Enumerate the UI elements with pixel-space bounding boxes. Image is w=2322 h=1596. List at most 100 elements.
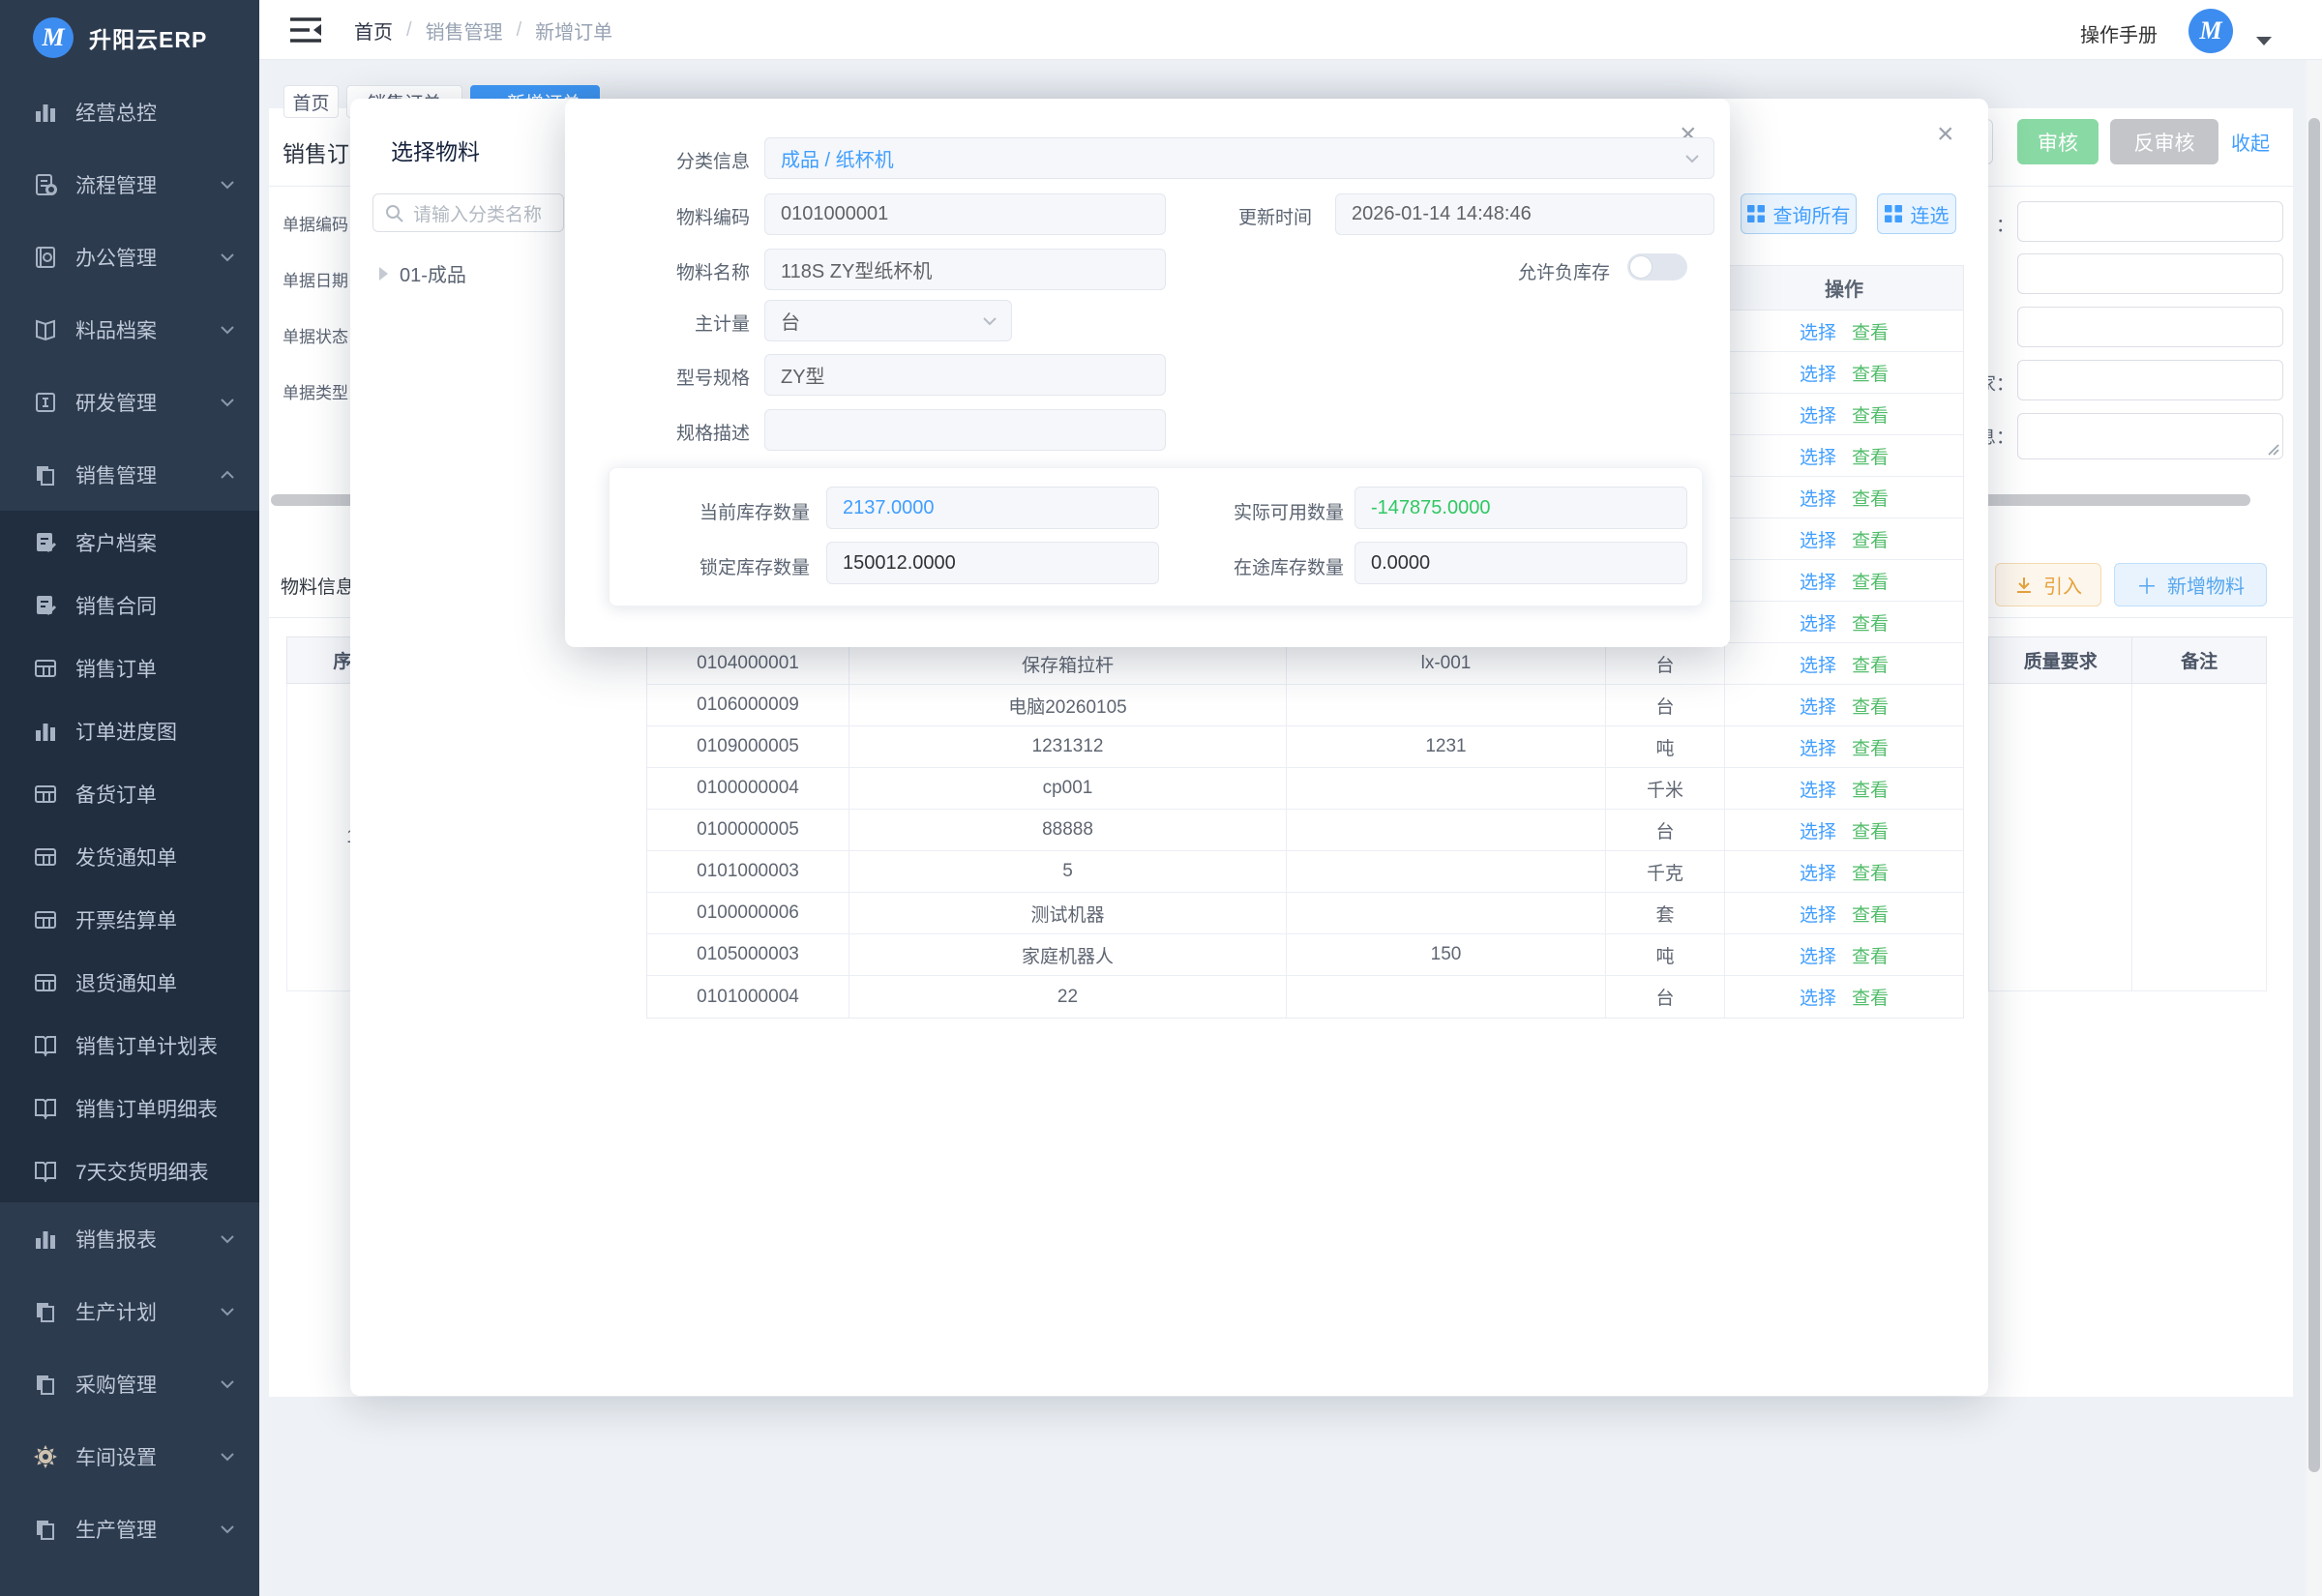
sidebar-item-经营总控[interactable]: 经营总控 [0,75,259,148]
docedit-icon [33,593,58,618]
breadcrumb-sales[interactable]: 销售管理 [426,16,503,44]
sidebar-item-车间设置[interactable]: 车间设置 [0,1420,259,1493]
view-link[interactable]: 查看 [1852,859,1889,885]
cell-actions: 选择 查看 [1725,310,1963,351]
sidebar-item-7天交货明细表[interactable]: 7天交货明细表 [0,1139,259,1202]
view-link[interactable]: 查看 [1852,609,1889,635]
sidebar-item-料品档案[interactable]: 料品档案 [0,293,259,366]
select-link[interactable]: 选择 [1800,485,1836,511]
sidebar-item-销售订单计划表[interactable]: 销售订单计划表 [0,1014,259,1077]
category-search-input[interactable]: 请输入分类名称 [372,193,564,232]
view-link[interactable]: 查看 [1852,568,1889,594]
sidebar-item-采购管理[interactable]: 采购管理 [0,1347,259,1420]
select-link[interactable]: 选择 [1800,318,1836,344]
audit-button[interactable]: 审核 [2017,119,2099,164]
select-link[interactable]: 选择 [1800,651,1836,677]
chevron-icon [219,848,236,866]
tab-home[interactable]: 首页 [283,85,339,118]
select-link[interactable]: 选择 [1800,942,1836,968]
breadcrumb-home[interactable]: 首页 [354,16,393,44]
model-input[interactable]: ZY型 [764,354,1166,396]
sidebar-item-生产计划[interactable]: 生产计划 [0,1275,259,1347]
sidebar-item-销售管理[interactable]: 销售管理 [0,438,259,511]
sidebar-item-订单进度图[interactable]: 订单进度图 [0,699,259,762]
sidebar-item-加工车间[interactable]: 加工车间 [0,1592,259,1596]
select-link[interactable]: 选择 [1800,734,1836,760]
sidebar-item-办公管理[interactable]: 办公管理 [0,221,259,293]
truncated-label: ： [1996,211,2014,237]
select-link[interactable]: 选择 [1800,817,1836,843]
select-link[interactable]: 选择 [1800,526,1836,552]
collapse-menu-icon[interactable] [290,16,321,44]
modal-close-icon[interactable]: × [1937,120,1954,149]
form-input-manufacturer[interactable] [2017,360,2283,400]
view-link[interactable]: 查看 [1852,984,1889,1010]
spec-desc-input[interactable] [764,409,1166,451]
view-link[interactable]: 查看 [1852,485,1889,511]
view-link[interactable]: 查看 [1852,401,1889,428]
view-link[interactable]: 查看 [1852,526,1889,552]
sidebar-item-销售订单[interactable]: 销售订单 [0,636,259,699]
resize-handle-icon[interactable] [2266,442,2279,456]
tree-expand-icon[interactable] [379,267,388,281]
select-link[interactable]: 选择 [1800,693,1836,719]
sidebar-item-发货通知单[interactable]: 发货通知单 [0,825,259,888]
view-link[interactable]: 查看 [1852,734,1889,760]
sidebar-item-开票结算单[interactable]: 开票结算单 [0,888,259,951]
cell-name: cp001 [849,768,1287,809]
select-link[interactable]: 选择 [1800,401,1836,428]
form-input[interactable] [2017,201,2283,242]
sidebar-item-退货通知单[interactable]: 退货通知单 [0,951,259,1014]
collapse-link[interactable]: 收起 [2231,128,2270,156]
user-dropdown-caret-icon[interactable] [2256,37,2272,45]
sidebar-item-客户档案[interactable]: 客户档案 [0,511,259,574]
category-select[interactable]: 成品 / 纸杯机 [764,137,1714,179]
view-link[interactable]: 查看 [1852,318,1889,344]
sidebar-item-label: 客户档案 [75,528,219,557]
unit-select[interactable]: 台 [764,300,1012,341]
code-input[interactable]: 0101000001 [764,193,1166,235]
tree-node-finished-goods[interactable]: 01-成品 [379,259,466,287]
manual-link[interactable]: 操作手册 [2080,19,2158,47]
cell-spec [1287,810,1606,850]
form-input[interactable] [2017,307,2283,347]
view-link[interactable]: 查看 [1852,776,1889,802]
sidebar-item-生产管理[interactable]: 生产管理 [0,1493,259,1565]
select-link[interactable]: 选择 [1800,360,1836,386]
sidebar-item-销售报表[interactable]: 销售报表 [0,1202,259,1275]
form-textarea-remark[interactable] [2017,413,2283,459]
view-link[interactable]: 查看 [1852,443,1889,469]
import-button[interactable]: 引入 [1995,563,2101,606]
view-link[interactable]: 查看 [1852,693,1889,719]
query-all-button[interactable]: 查询所有 [1741,193,1857,234]
cell-spec [1287,851,1606,892]
view-link[interactable]: 查看 [1852,817,1889,843]
sidebar-item-研发管理[interactable]: 研发管理 [0,366,259,438]
add-material-button[interactable]: ＋ 新增物料 [2114,563,2267,606]
multi-select-button[interactable]: 连选 [1877,193,1956,234]
select-link[interactable]: 选择 [1800,443,1836,469]
updated-input[interactable]: 2026-01-14 14:48:46 [1335,193,1714,235]
modal-title: 选择物料 [391,133,480,166]
material-info-tab[interactable]: 物料信息 [281,573,354,599]
negative-stock-toggle[interactable] [1627,253,1687,281]
view-link[interactable]: 查看 [1852,651,1889,677]
sidebar-item-销售合同[interactable]: 销售合同 [0,574,259,636]
vertical-scrollbar[interactable] [2308,118,2320,1472]
sidebar-item-流程管理[interactable]: 流程管理 [0,148,259,221]
form-input[interactable] [2017,253,2283,294]
select-link[interactable]: 选择 [1800,984,1836,1010]
sidebar-item-备货订单[interactable]: 备货订单 [0,762,259,825]
avatar[interactable]: M [2188,9,2233,53]
select-link[interactable]: 选择 [1800,609,1836,635]
select-link[interactable]: 选择 [1800,776,1836,802]
name-input[interactable]: 118S ZY型纸杯机 [764,249,1166,290]
select-link[interactable]: 选择 [1800,568,1836,594]
select-link[interactable]: 选择 [1800,859,1836,885]
select-link[interactable]: 选择 [1800,901,1836,927]
unaudit-button[interactable]: 反审核 [2110,119,2218,164]
view-link[interactable]: 查看 [1852,901,1889,927]
sidebar-item-销售订单明细表[interactable]: 销售订单明细表 [0,1077,259,1139]
view-link[interactable]: 查看 [1852,942,1889,968]
view-link[interactable]: 查看 [1852,360,1889,386]
